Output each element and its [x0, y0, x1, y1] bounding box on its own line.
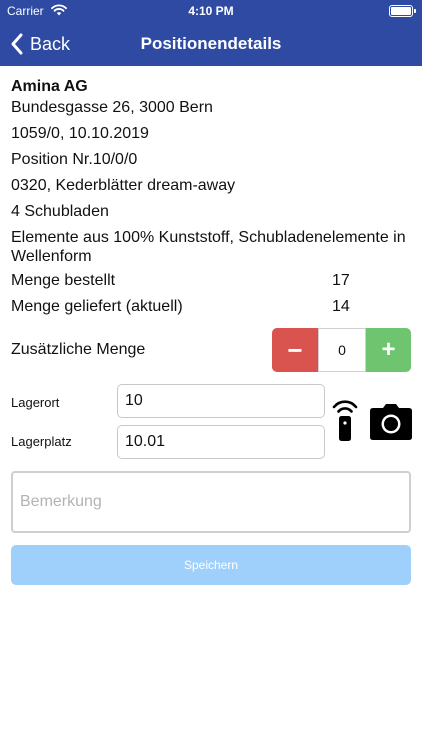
decrement-button[interactable]: −: [272, 328, 318, 372]
lagerort-label: Lagerort: [11, 395, 60, 410]
rfid-scanner-icon[interactable]: [331, 400, 359, 442]
lagerplatz-input[interactable]: [117, 425, 325, 459]
increment-button[interactable]: +: [366, 328, 411, 372]
remark-input[interactable]: [11, 471, 411, 533]
article-description: Elemente aus 100% Kunststoff, Schubladen…: [11, 229, 406, 265]
lagerplatz-label: Lagerplatz: [11, 434, 72, 449]
delivered-quantity-value: 14: [332, 298, 350, 315]
status-bar: Carrier 4:10 PM: [0, 0, 422, 22]
camera-icon[interactable]: [370, 404, 412, 440]
ordered-quantity-value: 17: [332, 272, 350, 289]
company-name: Amina AG: [11, 78, 88, 95]
order-info: 1059/0, 10.10.2019: [11, 125, 149, 142]
lagerort-input[interactable]: [117, 384, 325, 418]
delivered-quantity-label: Menge geliefert (aktuell): [11, 298, 183, 315]
position-number: Position Nr.10/0/0: [11, 151, 138, 168]
additional-quantity-label: Zusätzliche Menge: [11, 341, 146, 358]
battery-icon: [389, 5, 416, 17]
clock: 4:10 PM: [188, 4, 234, 18]
drawer-count: 4 Schubladen: [11, 203, 109, 220]
ordered-quantity-label: Menge bestellt: [11, 272, 116, 289]
additional-quantity-input[interactable]: [318, 328, 366, 372]
page-title: Positionendetails: [140, 34, 282, 53]
company-address: Bundesgasse 26, 3000 Bern: [11, 99, 213, 116]
navigation-bar: Back Positionendetails: [0, 22, 422, 66]
article-info: 0320, Kederblätter dream-away: [11, 177, 236, 194]
save-button[interactable]: Speichern: [11, 545, 411, 585]
